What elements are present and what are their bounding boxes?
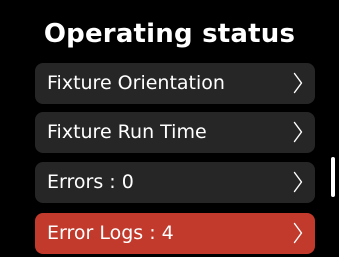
menu-item-label: Errors : 0 bbox=[47, 171, 134, 193]
menu-item-label: Fixture Orientation bbox=[47, 72, 225, 94]
menu-item-label: Fixture Run Time bbox=[47, 121, 207, 143]
menu-item-fixture-orientation[interactable]: Fixture Orientation bbox=[35, 63, 315, 104]
menu-item-fixture-run-time[interactable]: Fixture Run Time bbox=[35, 112, 315, 153]
menu-item-errors[interactable]: Errors : 0 bbox=[35, 162, 315, 203]
menu-item-error-logs[interactable]: Error Logs : 4 bbox=[35, 213, 315, 254]
page-title: Operating status bbox=[43, 19, 296, 49]
chevron-right-icon bbox=[293, 222, 303, 244]
scrollbar[interactable] bbox=[331, 157, 335, 197]
chevron-right-icon bbox=[293, 171, 303, 193]
menu-item-label: Error Logs : 4 bbox=[47, 222, 174, 244]
chevron-right-icon bbox=[293, 121, 303, 143]
chevron-right-icon bbox=[293, 72, 303, 94]
operating-status-screen: Operating status Fixture Orientation Fix… bbox=[0, 0, 339, 257]
